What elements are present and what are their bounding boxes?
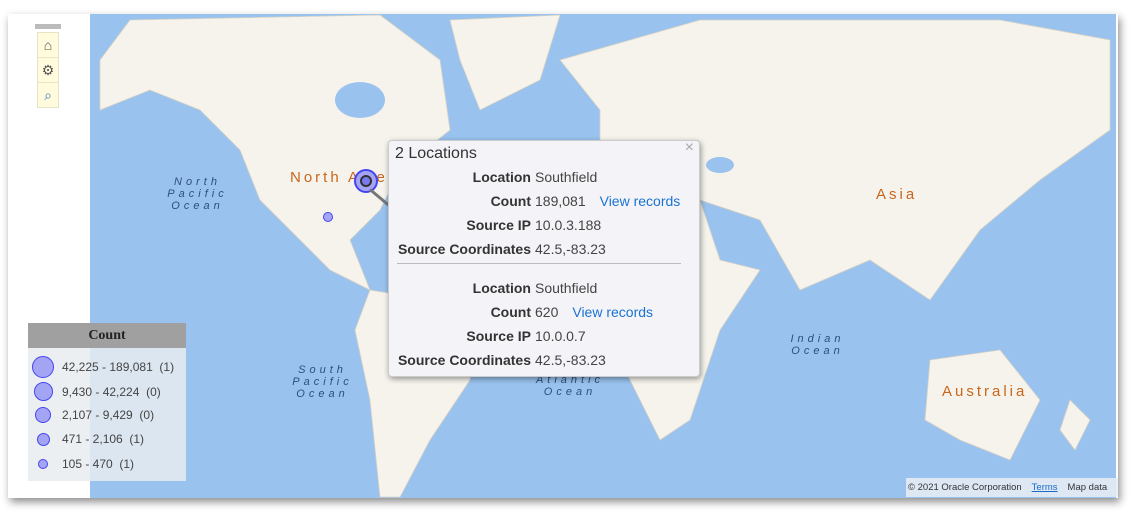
- close-icon[interactable]: ×: [685, 139, 694, 157]
- toolbar-grip[interactable]: [35, 24, 61, 29]
- legend-item: 105 - 470 (1): [28, 457, 134, 471]
- record-count: Count 620 View records: [490, 304, 654, 320]
- view-records-link[interactable]: View records: [600, 193, 681, 209]
- legend-range: 105 - 470: [62, 457, 113, 471]
- legend-item: 471 - 2,106 (1): [28, 432, 144, 446]
- record-location: Location Southfield: [472, 169, 598, 185]
- copyright-text: © 2021 Oracle Corporation: [908, 482, 1022, 493]
- home-icon[interactable]: ⌂: [38, 33, 58, 58]
- map-data-link[interactable]: Map data: [1068, 482, 1108, 493]
- record-divider: [397, 263, 681, 264]
- zoom-select-icon[interactable]: ⌕: [38, 83, 58, 107]
- legend-item: 2,107 - 9,429 (0): [28, 407, 154, 423]
- legend-range: 471 - 2,106: [62, 432, 123, 446]
- map-toolbar: ⌂ ⚙ ⌕: [37, 32, 59, 108]
- legend: Count 42,225 - 189,081 (1) 9,430 - 42,22…: [28, 323, 186, 481]
- label-indian-ocean: Indian Ocean: [790, 333, 845, 357]
- legend-count: (1): [159, 360, 175, 374]
- map-marker-inner: [360, 175, 372, 187]
- legend-count: (0): [146, 384, 161, 399]
- legend-count: (1): [129, 432, 145, 446]
- gear-icon[interactable]: ⚙: [38, 58, 58, 83]
- map-marker[interactable]: [323, 212, 333, 222]
- label-atlantic-ocean: Atlantic Ocean: [535, 374, 605, 398]
- legend-title: Count: [28, 323, 186, 348]
- legend-range: 9,430 - 42,224: [62, 384, 140, 399]
- record-coords: Source Coordinates 42.5,-83.23: [397, 241, 606, 257]
- legend-item: 9,430 - 42,224 (0): [28, 382, 161, 401]
- legend-count: (0): [139, 408, 155, 422]
- legend-item: 42,225 - 189,081 (1): [28, 356, 174, 378]
- label-australia: Australia: [942, 383, 1028, 400]
- record-location: Location Southfield: [472, 280, 598, 296]
- legend-count: (1): [119, 457, 135, 471]
- record-ip: Source IP 10.0.0.7: [466, 328, 586, 344]
- legend-range: 2,107 - 9,429: [62, 408, 133, 422]
- terms-link[interactable]: Terms: [1032, 482, 1058, 493]
- label-north-pacific: North Pacific Ocean: [167, 176, 228, 212]
- label-asia: Asia: [876, 186, 918, 203]
- popup-title: 2 Locations: [395, 145, 477, 162]
- view-records-link[interactable]: View records: [572, 304, 653, 320]
- legend-range: 42,225 - 189,081: [62, 360, 153, 374]
- info-popup: 2 Locations × Location Southfield Count 18…: [388, 139, 700, 377]
- record-coords: Source Coordinates 42.5,-83.23: [397, 352, 606, 368]
- label-south-pacific: South Pacific Ocean: [292, 364, 353, 400]
- record-ip: Source IP 10.0.3.188: [466, 217, 602, 233]
- map-attribution: © 2021 Oracle Corporation Terms Map data: [906, 478, 1118, 497]
- record-count: Count 189,081 View records: [490, 193, 681, 209]
